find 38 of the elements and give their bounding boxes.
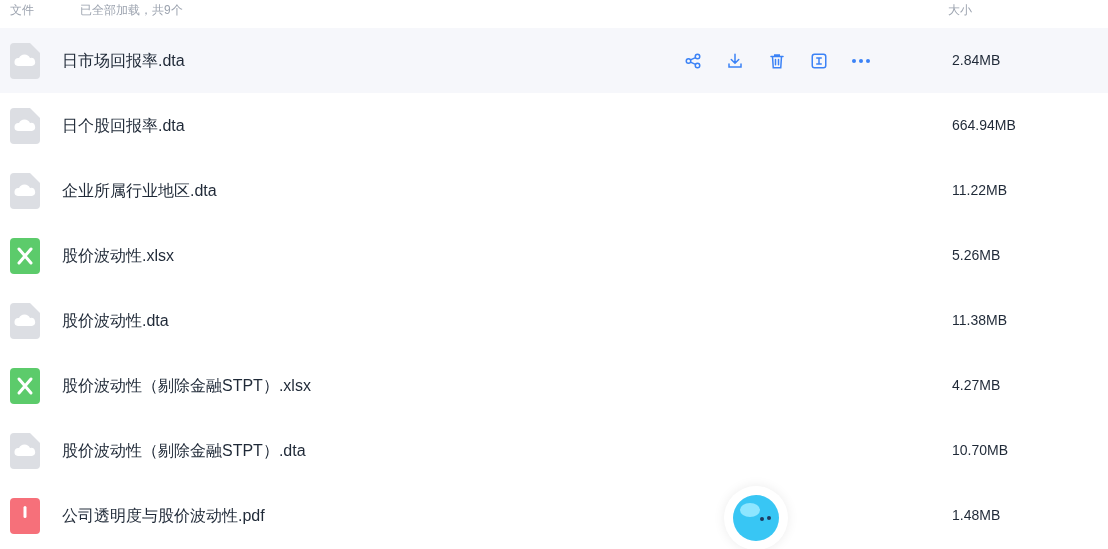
cloud-file-icon: [10, 302, 40, 339]
file-name: 股价波动性（剔除金融STPT）.xlsx: [62, 375, 311, 396]
pdf-file-icon: [10, 497, 40, 534]
file-name: 股价波动性.dta: [62, 310, 169, 331]
cloud-file-icon: [10, 172, 40, 209]
file-name: 公司透明度与股价波动性.pdf: [62, 505, 265, 526]
file-size: 5.26MB: [952, 246, 1002, 265]
more-icon: [852, 58, 870, 63]
cloud-file-icon: [10, 107, 40, 144]
text-cursor-icon: [810, 51, 828, 70]
share-icon: [684, 51, 702, 70]
file-size: 1.48MB: [952, 506, 1002, 525]
size-column-header: 大小: [948, 2, 972, 19]
load-status: 已全部加载，共9个: [80, 2, 183, 19]
assistant-icon: [732, 494, 780, 542]
rename-button[interactable]: [810, 51, 828, 70]
download-button[interactable]: [726, 51, 744, 70]
trash-icon: [768, 51, 786, 70]
file-size: 11.38MB: [952, 311, 1008, 330]
share-button[interactable]: [684, 51, 702, 70]
spreadsheet-file-icon: [10, 237, 40, 274]
more-button[interactable]: [852, 58, 870, 63]
delete-button[interactable]: [768, 51, 786, 70]
file-name: 日个股回报率.dta: [62, 115, 185, 136]
file-size: 4.27MB: [952, 376, 1002, 395]
file-size: 11.22MB: [952, 181, 1008, 200]
file-name: 股价波动性（剔除金融STPT）.dta: [62, 440, 306, 461]
file-row[interactable]: 日市场回报率.dta 2.84MB: [0, 28, 1108, 93]
file-size: 10.70MB: [952, 441, 1010, 460]
file-name: 企业所属行业地区.dta: [62, 180, 217, 201]
download-icon: [726, 51, 744, 70]
spreadsheet-file-icon: [10, 367, 40, 404]
cloud-file-icon: [10, 42, 40, 79]
file-name: 日市场回报率.dta: [62, 50, 185, 71]
file-size: 2.84MB: [952, 51, 1002, 70]
file-name: 股价波动性.xlsx: [62, 245, 174, 266]
cloud-file-icon: [10, 432, 40, 469]
file-size: 664.94MB: [952, 116, 1017, 135]
